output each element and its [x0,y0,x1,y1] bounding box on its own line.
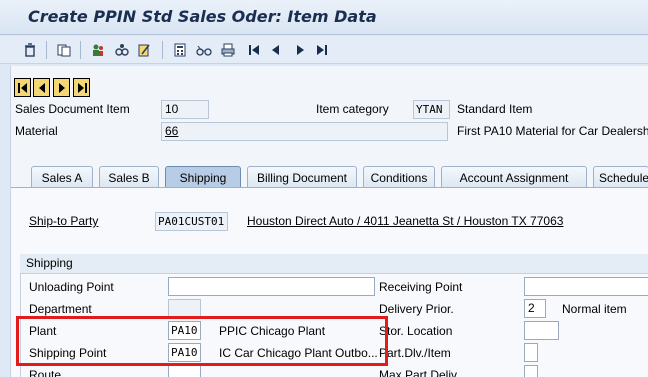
route-label: Route [29,368,62,377]
tab-sales-b[interactable]: Sales B [99,166,159,188]
ship-to-party-field[interactable]: PA01CUST01 [155,212,228,231]
delivery-priority-label: Delivery Prior. [379,302,454,316]
ship-to-party-label: Ship-to Party [29,214,99,228]
previous-item-button[interactable] [33,78,50,97]
application-toolbar [0,36,648,64]
partial-delivery-item-label: Part.Dlv./Item [379,346,451,360]
shipping-group-title: Shipping [20,254,648,274]
toolbar-separator [46,41,47,59]
tab-account-assignment[interactable]: Account Assignment [441,166,587,188]
toolbar-separator [80,41,81,59]
previous-page-icon[interactable] [266,40,286,60]
route-field[interactable] [168,365,201,377]
delivery-priority-description: Normal item [562,302,627,316]
tab-shipping[interactable]: Shipping [165,166,241,188]
last-item-button[interactable] [73,78,90,97]
calculator-icon[interactable] [170,40,190,60]
first-page-icon[interactable] [244,40,264,60]
tab-schedule[interactable]: Schedule [593,166,648,188]
next-item-button[interactable] [53,78,70,97]
tab-sales-a[interactable]: Sales A [31,166,93,188]
department-label: Department [29,302,92,316]
sales-document-item-label: Sales Document Item [15,102,130,116]
delivery-priority-field[interactable]: 2 [524,299,546,318]
storage-location-label: Stor. Location [379,324,453,338]
storage-location-field[interactable] [524,321,559,340]
material-description: First PA10 Material for Car Dealership [457,124,648,138]
partner-icon[interactable] [88,40,108,60]
partial-delivery-item-field[interactable] [524,343,538,362]
tab-billing-document[interactable]: Billing Document [247,166,357,188]
glasses-icon[interactable] [194,40,214,60]
max-partial-deliveries-label: Max.Part.Deliv. [379,368,460,377]
window-title: Create PPIN Std Sales Oder: Item Data [28,7,377,26]
max-partial-deliveries-field[interactable] [524,365,538,377]
unloading-point-label: Unloading Point [29,280,114,294]
item-category-label: Item category [316,102,389,116]
material-field[interactable]: 66 [161,122,448,141]
item-category-field[interactable]: YTAN [413,100,450,119]
tab-conditions[interactable]: Conditions [363,166,435,188]
receiving-point-field[interactable] [524,277,648,296]
toolbar-separator [162,41,163,59]
receiving-point-label: Receiving Point [379,280,463,294]
tab-strip: Sales A Sales B Shipping Billing Documen… [11,166,648,188]
highlight-box [16,316,388,366]
status-icon[interactable] [112,40,132,60]
item-category-description: Standard Item [457,102,533,116]
last-page-icon[interactable] [312,40,332,60]
sales-document-item-field[interactable]: 10 [161,100,209,119]
unloading-point-field[interactable] [168,277,375,296]
print-icon[interactable] [218,40,238,60]
document-flow-icon[interactable] [54,40,74,60]
main-content: Sales Document Item 10 Item category YTA… [10,66,648,377]
edit-icon[interactable] [134,40,154,60]
first-item-button[interactable] [14,78,31,97]
next-page-icon[interactable] [290,40,310,60]
trash-icon[interactable] [20,40,40,60]
ship-to-address: Houston Direct Auto / 4011 Jeanetta St /… [247,214,564,228]
material-label: Material [15,124,58,138]
title-bar: Create PPIN Std Sales Oder: Item Data [0,0,648,35]
